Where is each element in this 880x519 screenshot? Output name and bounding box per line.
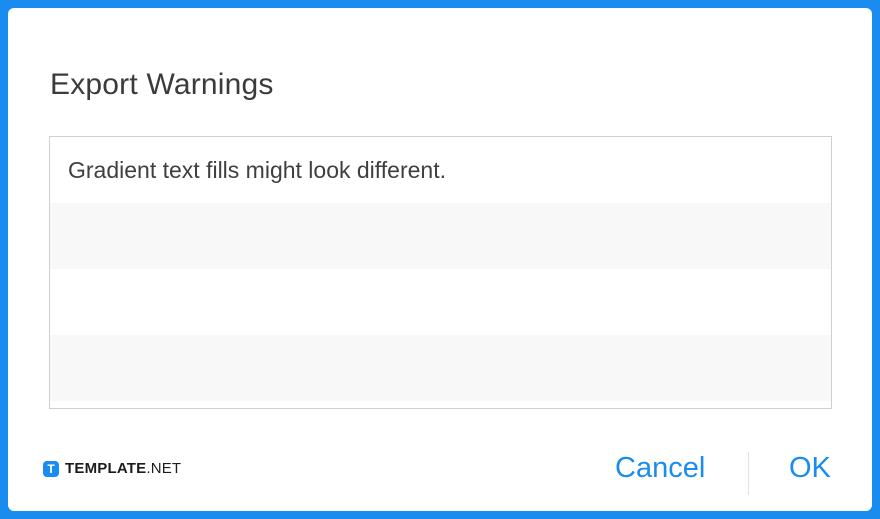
brand-suffix: .NET (146, 460, 182, 477)
list-item (50, 203, 831, 269)
list-item[interactable]: Gradient text fills might look different… (50, 137, 831, 203)
list-item (50, 269, 831, 335)
warnings-list[interactable]: Gradient text fills might look different… (49, 136, 832, 409)
logo-letter: T (47, 461, 55, 476)
button-divider (748, 452, 749, 495)
export-warnings-dialog: Export Warnings Gradient text fills migh… (8, 8, 872, 511)
cancel-button[interactable]: Cancel (615, 452, 705, 485)
brand-text: TEMPLATE.NET (65, 460, 181, 477)
brand-watermark: T TEMPLATE.NET (43, 460, 181, 477)
template-logo-icon: T (43, 460, 59, 477)
brand-name: TEMPLATE (65, 460, 147, 477)
ok-button[interactable]: OK (789, 452, 831, 485)
list-item (50, 335, 831, 401)
dialog-title: Export Warnings (50, 68, 274, 101)
